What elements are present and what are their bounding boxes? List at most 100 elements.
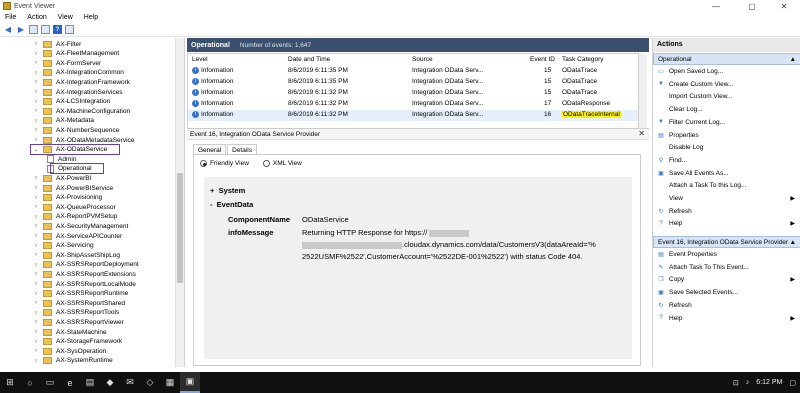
action-item[interactable]: ❐ Copy ▶	[653, 274, 800, 285]
search-icon[interactable]: ○	[20, 372, 40, 393]
network-icon[interactable]: ⊡	[733, 379, 739, 387]
menu-view[interactable]: View	[53, 14, 79, 21]
mail-icon[interactable]: ✉	[120, 372, 140, 393]
action-item[interactable]: ▤ Event Properties	[653, 249, 800, 260]
column-task-category[interactable]: Task Category	[562, 56, 604, 63]
action-item[interactable]: ▣ Save Selected Events...	[653, 287, 800, 298]
close-detail-icon[interactable]: ✕	[638, 129, 645, 138]
tree-item[interactable]: › AX-FormServer	[32, 58, 101, 68]
event-row[interactable]: i Information 8/6/2019 6:11:32 PM Integrati…	[188, 110, 638, 121]
help-icon[interactable]: ?	[53, 25, 62, 34]
menu-file[interactable]: File	[0, 14, 22, 21]
expand-arrow-icon[interactable]: ›	[32, 214, 40, 220]
action-item[interactable]: ↻ Refresh	[653, 300, 800, 311]
tree-item[interactable]: › AX-IntegrationServices	[32, 87, 122, 97]
forward-arrow-icon[interactable]: ▶	[16, 25, 26, 35]
tree-item[interactable]: › AX-PowerBI	[32, 173, 91, 183]
tree-item[interactable]: › AX-QueueProcessor	[32, 202, 116, 212]
action-item[interactable]: ▣ Save All Events As...	[653, 168, 800, 179]
expand-arrow-icon[interactable]: ›	[32, 300, 40, 306]
table-scrollbar[interactable]	[639, 53, 647, 129]
start-windows-icon[interactable]: ⊞	[0, 372, 20, 393]
maximize-button[interactable]: ▢	[738, 0, 766, 12]
tree-item[interactable]: › AX-IntegrationFramework	[32, 77, 130, 87]
event-row[interactable]: i Information 8/6/2019 6:11:35 PM Integrati…	[188, 66, 638, 77]
tree-item[interactable]: › AX-StateMachine	[32, 327, 107, 337]
show-hide-action-pane-icon[interactable]	[65, 25, 74, 34]
menu-help[interactable]: Help	[79, 14, 104, 21]
tree-item[interactable]: › AX-SSRSReportExtensions	[32, 269, 136, 279]
friendly-view-radio[interactable]	[200, 160, 207, 167]
expand-arrow-icon[interactable]: ›	[32, 108, 40, 114]
expand-arrow-icon[interactable]: ›	[32, 319, 40, 325]
tree-scroll-thumb[interactable]	[177, 173, 183, 283]
xml-view-radio[interactable]	[262, 160, 270, 167]
actions-section-operational[interactable]: Operational ▲	[653, 53, 800, 65]
event-viewer-taskbar-icon[interactable]: ▣	[180, 372, 200, 393]
expand-arrow-icon[interactable]: ›	[32, 223, 40, 229]
visual-studio-icon[interactable]: ◇	[140, 372, 160, 393]
eventdata-node[interactable]: EventData	[217, 200, 254, 209]
tree-item[interactable]: › AX-MachineConfiguration	[32, 106, 130, 116]
action-item[interactable]: ▤ Properties	[653, 130, 800, 141]
actions-section-event[interactable]: Event 16, Integration OData Service Prov…	[653, 236, 800, 248]
tree-item[interactable]: › AX-SSRSReportViewer	[32, 317, 124, 327]
expand-arrow-icon[interactable]: ›	[32, 185, 40, 191]
expand-arrow-icon[interactable]: ›	[32, 79, 40, 85]
expand-arrow-icon[interactable]: ›	[32, 127, 40, 133]
tree-item[interactable]: › AX-StorageFramework	[32, 337, 122, 347]
expand-arrow-icon[interactable]: ›	[32, 70, 40, 76]
tree-item[interactable]: › AX-ShipAssetShipLog	[32, 250, 120, 260]
expand-arrow-icon[interactable]: ›	[32, 271, 40, 277]
expand-arrow-icon[interactable]: ›	[32, 262, 40, 268]
expand-arrow-icon[interactable]: ›	[32, 358, 40, 364]
expand-arrow-icon[interactable]: ›	[32, 233, 40, 239]
store-icon[interactable]: ◆	[100, 372, 120, 393]
expand-arrow-icon[interactable]: ›	[32, 339, 40, 345]
event-row[interactable]: i Information 8/6/2019 6:11:32 PM Integrati…	[188, 99, 638, 110]
expand-arrow-icon[interactable]: ›	[32, 89, 40, 95]
action-item[interactable]: ▭ Open Saved Log...	[653, 66, 800, 77]
expand-arrow-icon[interactable]: ›	[32, 243, 40, 249]
expand-arrow-icon[interactable]: ›	[32, 329, 40, 335]
event-row[interactable]: i Information 8/6/2019 6:11:32 PM Integrati…	[188, 88, 638, 99]
tree-item[interactable]: › AX-LCSIntegration	[32, 97, 110, 107]
expand-arrow-icon[interactable]: ›	[32, 281, 40, 287]
column-source[interactable]: Source	[412, 56, 433, 63]
column-date-time[interactable]: Date and Time	[288, 56, 330, 63]
expand-arrow-icon[interactable]: ›	[32, 204, 40, 210]
expand-arrow-icon[interactable]: ›	[32, 137, 40, 143]
tree-item[interactable]: › AX-SSRSReportDeployment	[32, 260, 139, 270]
expand-arrow-icon[interactable]: ›	[32, 99, 40, 105]
collapse-eventdata-icon[interactable]: -	[210, 200, 213, 209]
action-item[interactable]: View ▶	[653, 193, 800, 204]
expand-arrow-icon[interactable]: ›	[32, 41, 40, 47]
expand-arrow-icon[interactable]: ›	[32, 60, 40, 66]
tree-item[interactable]: › AX-ServiceAPICounter	[32, 231, 122, 241]
tree-item[interactable]: › AX-SysOperation	[32, 346, 106, 356]
expand-system-icon[interactable]: +	[210, 186, 214, 195]
action-item[interactable]: Attach a Task To this Log...	[653, 180, 800, 191]
expand-arrow-icon[interactable]: ›	[32, 310, 40, 316]
show-hide-tree-icon[interactable]	[29, 25, 38, 34]
notifications-icon[interactable]: ▢	[789, 379, 796, 387]
expand-arrow-icon[interactable]: ›	[32, 252, 40, 258]
tree-item[interactable]: › AX-SSRSReportShared	[32, 298, 125, 308]
file-explorer-icon[interactable]: ▤	[80, 372, 100, 393]
action-item[interactable]: ▼ Filter Current Log...	[653, 117, 800, 128]
expand-arrow-icon[interactable]: ›	[32, 51, 40, 57]
system-node[interactable]: System	[219, 186, 246, 195]
action-item[interactable]: ▼ Create Custom View...	[653, 79, 800, 90]
minimize-button[interactable]: —	[702, 0, 730, 12]
volume-icon[interactable]: ♪	[746, 379, 750, 386]
action-item[interactable]: ↻ Refresh	[653, 206, 800, 217]
task-view-icon[interactable]: ▭	[40, 372, 60, 393]
tree-item[interactable]: › AX-SystemRuntime	[32, 356, 113, 366]
collapse-section-icon[interactable]: ▲	[790, 56, 796, 63]
expand-arrow-icon[interactable]: ›	[32, 175, 40, 181]
action-item[interactable]: Import Custom View...	[653, 91, 800, 102]
expand-arrow-icon[interactable]: ›	[32, 118, 40, 124]
column-event-id[interactable]: Event ID	[530, 56, 555, 63]
tree-item[interactable]: › AX-SSRSReportLocalMode	[32, 279, 136, 289]
properties-icon[interactable]	[41, 25, 50, 34]
